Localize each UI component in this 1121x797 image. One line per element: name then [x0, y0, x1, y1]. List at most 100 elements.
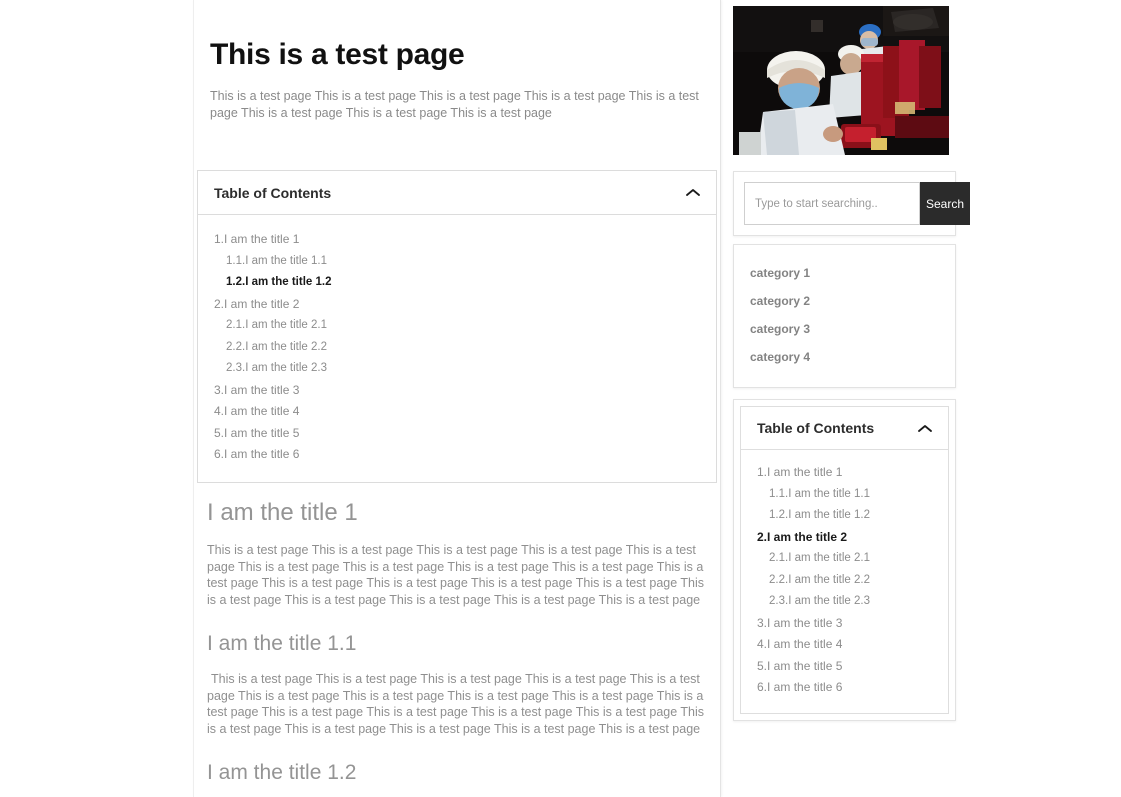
sidebar-toc-row[interactable]: 2.2. I am the title 2.2: [741, 570, 948, 592]
section-heading: I am the title 1.2: [207, 761, 357, 784]
search-button[interactable]: Search: [920, 182, 971, 225]
search-input[interactable]: [744, 182, 920, 225]
toc-number: 2.3.: [226, 362, 246, 374]
sidebar-toc-item[interactable]: 2.3. I am the title 2.3: [741, 591, 948, 613]
sidebar-toc-label: I am the title 1: [767, 465, 843, 479]
sidebar-toc-item[interactable]: 2.1. I am the title 2.1: [741, 548, 948, 570]
toc-number: 5.: [214, 425, 225, 440]
sidebar-toc-label: I am the title 2.3: [788, 595, 871, 607]
toc-item[interactable]: 1.2. I am the title 1.2: [198, 272, 716, 294]
hero-image: [733, 6, 949, 155]
sidebar-toc-label: I am the title 1.2: [788, 509, 871, 521]
toc-row[interactable]: 5. I am the title 5: [198, 423, 716, 445]
article-body: I am the title 1 This is a test page This…: [197, 498, 717, 797]
section-heading: I am the title 1.1: [207, 632, 357, 655]
toc-item[interactable]: 2.3. I am the title 2.3: [198, 358, 716, 380]
sidebar-toc-number: 2.2.: [769, 573, 789, 586]
sidebar-toc-row[interactable]: 4. I am the title 4: [741, 634, 948, 656]
sidebar-toc-number: 2.3.: [769, 595, 789, 607]
page-intro-paragraph: This is a test page This is a test page …: [210, 89, 699, 120]
chevron-up-icon[interactable]: [686, 188, 700, 197]
sidebar-toc-item[interactable]: 4. I am the title 4: [741, 634, 948, 656]
sidebar-toc-row[interactable]: 3. I am the title 3: [741, 613, 948, 635]
table-of-contents-body: 1. I am the title 1 1.1. I am the title 1.1…: [198, 215, 716, 482]
toc-row[interactable]: 1.2. I am the title 1.2: [198, 272, 716, 294]
sidebar-toc-item[interactable]: 1.1. I am the title 1.1: [741, 484, 948, 506]
page-title: This is a test page: [210, 38, 465, 71]
table-of-contents-header[interactable]: Table of Contents: [198, 171, 716, 215]
toc-row[interactable]: 4. I am the title 4: [198, 401, 716, 423]
sidebar-table-of-contents-list: 1. I am the title 1 1.1. I am the title 1.1…: [741, 462, 948, 699]
sidebar-toc-label: I am the title 2.1: [788, 552, 871, 564]
toc-item[interactable]: 4. I am the title 4: [198, 401, 716, 423]
toc-label: I am the title 2: [224, 296, 300, 311]
sidebar-table-of-contents-body: 1. I am the title 1 1.1. I am the title 1.1…: [741, 450, 948, 713]
toc-row[interactable]: 2. I am the title 2: [198, 294, 716, 316]
toc-row[interactable]: 2.1. I am the title 2.1: [198, 315, 716, 337]
page-root: This is a test page This is a test page …: [0, 0, 1121, 797]
search-row: Search: [744, 182, 971, 225]
toc-item[interactable]: 5. I am the title 5: [198, 423, 716, 445]
toc-item[interactable]: 2.2. I am the title 2.2: [198, 337, 716, 359]
sidebar-toc-number: 5.: [757, 658, 768, 673]
toc-row[interactable]: 1. I am the title 1: [198, 229, 716, 251]
sidebar-toc-number: 1.2.: [769, 509, 789, 521]
toc-item[interactable]: 1.1. I am the title 1.1: [198, 251, 716, 273]
toc-number: 1.1.: [226, 254, 246, 267]
toc-label: I am the title 2.1: [245, 319, 328, 331]
sidebar-toc-number: 4.: [757, 637, 768, 651]
sidebar-toc-row[interactable]: 2.1. I am the title 2.1: [741, 548, 948, 570]
toc-item[interactable]: 6. I am the title 6: [198, 444, 716, 466]
sidebar-toc-label: I am the title 3: [767, 615, 843, 630]
sidebar-toc-label: I am the title 1.1: [788, 487, 871, 500]
toc-label: I am the title 1: [224, 232, 300, 246]
toc-label: I am the title 6: [224, 447, 300, 461]
table-of-contents-title: Table of Contents: [214, 184, 332, 201]
toc-row[interactable]: 1.1. I am the title 1.1: [198, 251, 716, 273]
sidebar-toc-row[interactable]: 1.1. I am the title 1.1: [741, 484, 948, 506]
toc-item[interactable]: 2. I am the title 2: [198, 294, 716, 316]
sidebar-toc-item[interactable]: 3. I am the title 3: [741, 613, 948, 635]
categories-card: category 1 category 2 category 3 category 4: [733, 244, 956, 388]
sidebar-toc-item[interactable]: 5. I am the title 5: [741, 656, 948, 678]
toc-row[interactable]: 3. I am the title 3: [198, 380, 716, 402]
toc-label: I am the title 5: [224, 425, 300, 440]
chevron-up-icon[interactable]: [918, 424, 932, 433]
sidebar-toc-number: 1.: [757, 465, 768, 479]
category-link[interactable]: category 3: [734, 315, 955, 343]
sidebar-toc-number: 6.: [757, 680, 768, 694]
sidebar-table-of-contents-header[interactable]: Table of Contents: [741, 407, 948, 450]
toc-number: 6.: [214, 447, 225, 461]
sidebar-toc-label: I am the title 2.2: [788, 573, 871, 586]
toc-item[interactable]: 2.1. I am the title 2.1: [198, 315, 716, 337]
toc-item[interactable]: 1. I am the title 1: [198, 229, 716, 251]
toc-number: 1.2.: [226, 276, 246, 288]
sidebar-toc-row[interactable]: 1.2. I am the title 1.2: [741, 505, 948, 527]
category-link[interactable]: category 2: [734, 287, 955, 315]
sidebar-toc-item[interactable]: 6. I am the title 6: [741, 677, 948, 699]
sidebar-toc-item[interactable]: 1. I am the title 1: [741, 462, 948, 484]
sidebar-toc-label: I am the title 2: [767, 529, 848, 544]
toc-row[interactable]: 2.2. I am the title 2.2: [198, 337, 716, 359]
sidebar-toc-row[interactable]: 6. I am the title 6: [741, 677, 948, 699]
toc-row[interactable]: 6. I am the title 6: [198, 444, 716, 466]
sidebar-toc-item[interactable]: 2. I am the title 2: [741, 527, 948, 549]
sidebar-toc-item[interactable]: 1.2. I am the title 1.2: [741, 505, 948, 527]
section-heading: I am the title 1: [207, 499, 358, 526]
sidebar-toc-row[interactable]: 5. I am the title 5: [741, 656, 948, 678]
toc-item[interactable]: 3. I am the title 3: [198, 380, 716, 402]
toc-row[interactable]: 2.3. I am the title 2.3: [198, 358, 716, 380]
sidebar-toc-item[interactable]: 2.2. I am the title 2.2: [741, 570, 948, 592]
sidebar-toc-row[interactable]: 2. I am the title 2: [741, 527, 948, 549]
toc-label: I am the title 1.1: [245, 254, 328, 267]
toc-label: I am the title 2.3: [245, 362, 328, 374]
toc-label: I am the title 2.2: [245, 340, 328, 353]
sidebar-toc-number: 2.1.: [769, 552, 789, 564]
sidebar-toc-row[interactable]: 1. I am the title 1: [741, 462, 948, 484]
category-link[interactable]: category 1: [734, 259, 955, 287]
sidebar-toc-row[interactable]: 2.3. I am the title 2.3: [741, 591, 948, 613]
category-link[interactable]: category 4: [734, 343, 955, 371]
toc-number: 3.: [214, 382, 225, 397]
sidebar-table-of-contents-title: Table of Contents: [757, 420, 875, 436]
toc-label: I am the title 4: [224, 404, 300, 418]
